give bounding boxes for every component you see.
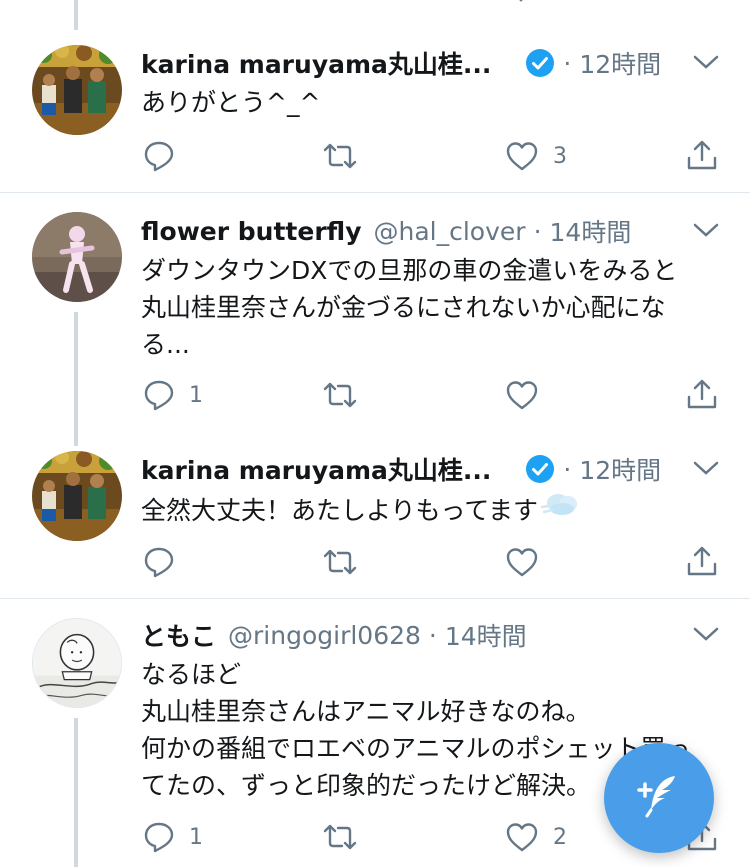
display-name[interactable]: flower butterfly (141, 217, 362, 246)
compose-tweet-button[interactable] (604, 743, 714, 853)
user-handle[interactable]: @ringogirl0628 (228, 621, 421, 650)
tweet-text-line: 丸山桂里奈さんはアニマル好きなのね。 (141, 697, 591, 726)
heart-icon (505, 547, 539, 577)
share-icon (686, 378, 718, 410)
share-button[interactable] (686, 545, 718, 577)
like-button[interactable] (505, 547, 553, 577)
display-name[interactable]: karina maruyama丸山桂... (141, 45, 491, 81)
separator-dot: · (563, 454, 572, 484)
retweet-icon (322, 548, 358, 576)
reply-count: 1 (189, 382, 203, 408)
like-button[interactable]: 3 (505, 141, 567, 171)
tweet-header: karina maruyama丸山桂... · 12時間 (141, 43, 661, 83)
avatar[interactable] (32, 618, 122, 708)
chevron-down-icon[interactable] (692, 458, 720, 478)
timestamp[interactable]: 14時間 (550, 213, 632, 249)
reply-icon (143, 821, 175, 853)
like-button[interactable] (505, 380, 553, 410)
tweet-text: ダウンタウンDXでの旦那の車の金遣いをみると 丸山桂里奈さんが金づるにされないか… (141, 252, 716, 363)
heart-icon (505, 380, 539, 410)
chevron-down-icon[interactable] (692, 624, 720, 644)
retweet-icon (322, 381, 358, 409)
verified-badge-icon (525, 48, 555, 78)
tweet-text: ありがとう^_^ (141, 84, 716, 121)
separator-dot: · (533, 216, 542, 246)
thread-line (74, 312, 78, 446)
share-icon (686, 545, 718, 577)
tweet-header: karina maruyama丸山桂... · 12時間 (141, 449, 661, 489)
timestamp[interactable]: 12時間 (579, 451, 661, 487)
tweet-text-line: ありがとう^_^ (141, 88, 321, 117)
user-handle[interactable]: @hal_clover (374, 217, 526, 246)
timestamp[interactable]: 12時間 (579, 45, 661, 81)
reply-icon (143, 140, 175, 172)
heart-icon (505, 822, 539, 852)
like-button[interactable]: 2 (505, 822, 567, 852)
tweet-separator (0, 192, 750, 193)
share-button[interactable] (686, 139, 718, 171)
tweet-separator (0, 598, 750, 599)
reply-button[interactable] (143, 140, 189, 172)
share-icon (686, 139, 718, 171)
tweet-header: flower butterfly @hal_clover · 14時間 (141, 211, 631, 251)
dash-cloud-emoji (540, 490, 580, 530)
avatar[interactable] (32, 212, 122, 302)
retweet-icon (322, 142, 358, 170)
heart-icon (505, 141, 539, 171)
like-count: 2 (553, 824, 567, 850)
avatar[interactable] (32, 451, 122, 541)
reply-count: 1 (189, 824, 203, 850)
display-name[interactable]: ともこ (141, 617, 216, 653)
reply-button[interactable] (143, 546, 189, 578)
compose-tweet-icon (631, 768, 687, 828)
retweet-button[interactable] (322, 142, 358, 170)
chevron-down-icon[interactable] (692, 220, 720, 240)
retweet-button[interactable] (322, 548, 358, 576)
avatar[interactable] (32, 45, 122, 135)
tweet-text-line: 全然大丈夫！あたしよりもってます (141, 490, 716, 530)
tweet-text-content: 全然大丈夫！あたしよりもってます (141, 495, 539, 525)
tweet-text-line: ダウンタウンDXでの旦那の車の金遣いをみると (141, 256, 678, 285)
prev-action-bar (0, 0, 750, 6)
tweet-text-line: 丸山桂里奈さんが金づるにされないか心配にな (141, 293, 666, 322)
like-count: 3 (553, 143, 567, 169)
retweet-button[interactable] (322, 381, 358, 409)
reply-icon (143, 379, 175, 411)
retweet-button[interactable] (322, 823, 358, 851)
reply-button[interactable]: 1 (143, 379, 203, 411)
separator-dot: · (563, 48, 572, 78)
tweet-header: ともこ @ringogirl0628 · 14時間 (141, 615, 527, 655)
reply-button[interactable]: 1 (143, 821, 203, 853)
display-name[interactable]: karina maruyama丸山桂... (141, 451, 491, 487)
tweet-text: 全然大丈夫！あたしよりもってます (141, 490, 716, 530)
verified-badge-icon (525, 454, 555, 484)
share-button[interactable] (686, 378, 718, 410)
thread-line (74, 718, 78, 867)
separator-dot: · (428, 620, 437, 650)
reply-icon (143, 546, 175, 578)
retweet-icon (322, 823, 358, 851)
timestamp[interactable]: 14時間 (445, 617, 527, 653)
tweet-text-line: なるほど (141, 660, 242, 689)
tweet-text-line: る... (141, 330, 190, 359)
chevron-down-icon[interactable] (692, 52, 720, 72)
